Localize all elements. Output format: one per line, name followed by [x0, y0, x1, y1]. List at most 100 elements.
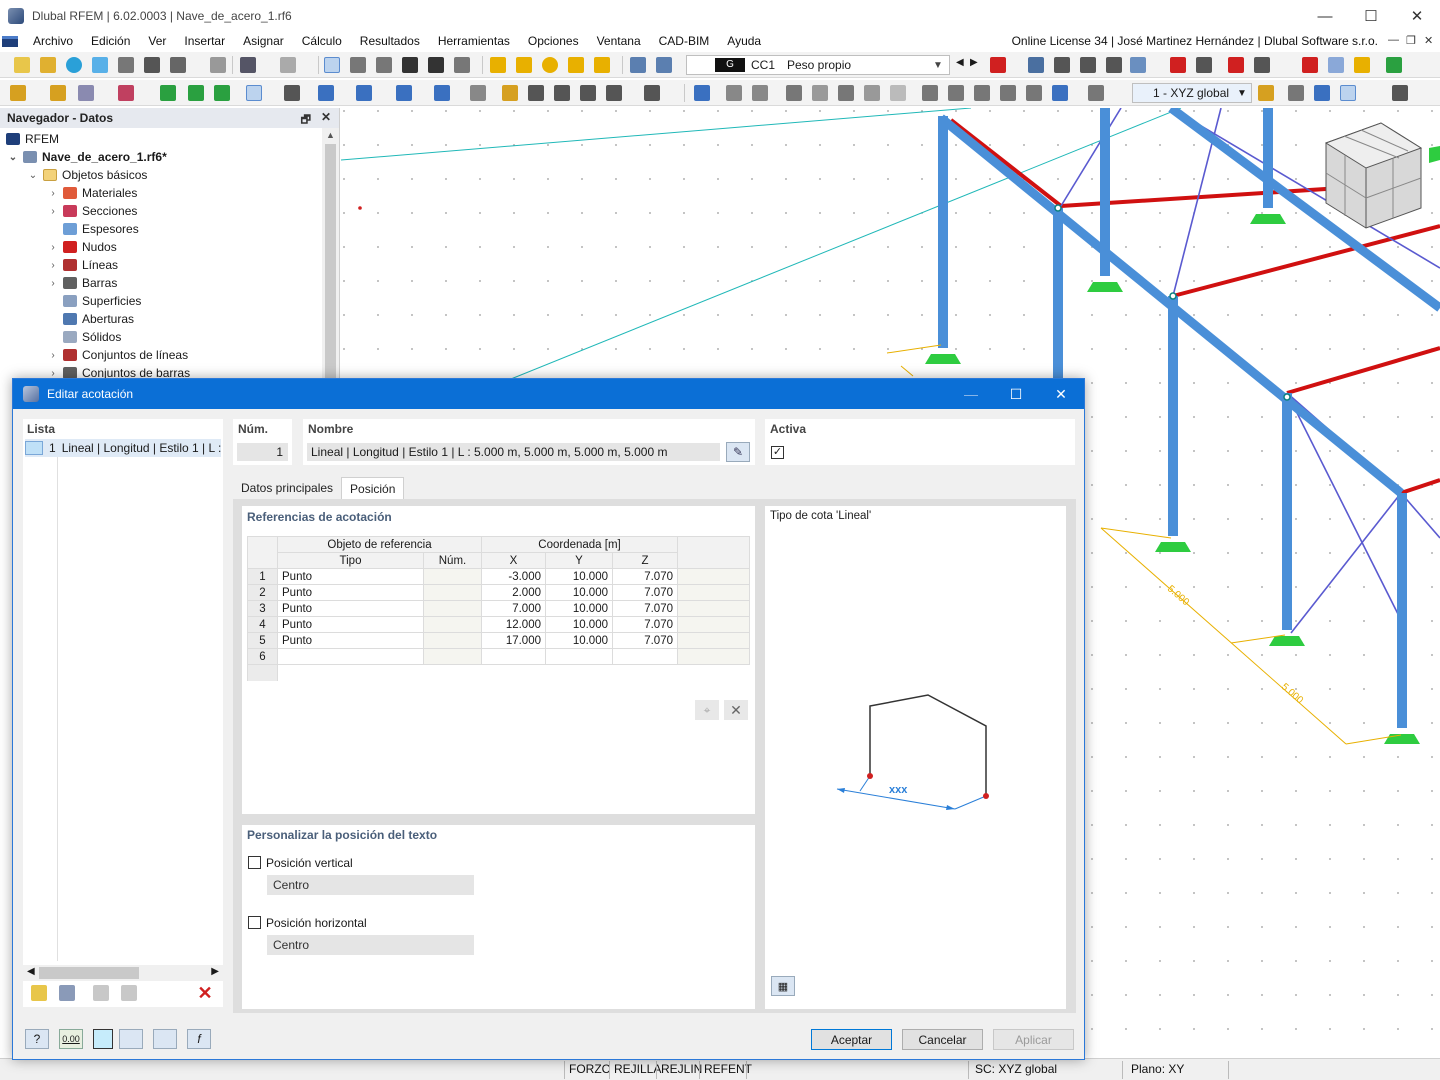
list-icon[interactable]	[376, 57, 392, 73]
filter-icon[interactable]	[694, 85, 710, 101]
cell-tipo[interactable]: Punto	[277, 600, 424, 617]
dialog-maximize-button[interactable]: ☐	[993, 379, 1039, 409]
move-icon[interactable]	[502, 85, 518, 101]
undo-icon[interactable]	[240, 57, 256, 73]
box-view-icon[interactable]	[1328, 57, 1344, 73]
cell-tipo[interactable]: Punto	[277, 584, 424, 601]
ok-button[interactable]: Aceptar	[811, 1029, 892, 1050]
measure-icon[interactable]	[1052, 85, 1068, 101]
check-icon[interactable]	[1088, 85, 1104, 101]
cell-x[interactable]: 12.000	[481, 616, 546, 633]
select-window-icon[interactable]	[356, 85, 372, 101]
view-save-icon[interactable]	[1258, 85, 1274, 101]
menu-cad-bim[interactable]: CAD-BIM	[650, 34, 719, 48]
cell-z[interactable]: 7.070	[612, 568, 678, 585]
table-row[interactable]: 6	[247, 648, 750, 665]
cell-num[interactable]	[423, 568, 482, 585]
menu-calculo[interactable]: Cálculo	[293, 34, 351, 48]
cell-x[interactable]: 7.000	[481, 600, 546, 617]
delete-results-icon[interactable]	[990, 57, 1006, 73]
horizontal-position-checkbox[interactable]	[248, 916, 261, 929]
plate-icon[interactable]	[812, 85, 828, 101]
iso-view-icon[interactable]	[1340, 85, 1356, 101]
cell-y[interactable]: 10.000	[545, 568, 613, 585]
line-draw-icon[interactable]	[50, 85, 66, 101]
uncheck-all-icon[interactable]	[121, 985, 137, 1001]
curve-icon[interactable]	[786, 85, 802, 101]
edit-name-icon[interactable]: ✎	[726, 442, 750, 462]
menu-opciones[interactable]: Opciones	[519, 34, 588, 48]
tree-item[interactable]: › Materiales	[46, 184, 137, 202]
support-line-icon[interactable]	[188, 85, 204, 101]
chevron-down-icon[interactable]: ▼	[1237, 88, 1251, 99]
clear-selection-icon[interactable]	[470, 85, 486, 101]
function-icon[interactable]	[1386, 57, 1402, 73]
cell-num[interactable]	[423, 632, 482, 649]
xxx-tool-icon[interactable]	[1054, 57, 1070, 73]
print-icon[interactable]	[170, 57, 186, 73]
tree-group[interactable]: ⌄ Objetos básicos	[26, 166, 148, 184]
minimize-button[interactable]: —	[1302, 0, 1348, 32]
vertical-position-checkbox[interactable]	[248, 856, 261, 869]
comment-icon[interactable]	[516, 57, 532, 73]
select-node-icon[interactable]	[396, 85, 412, 101]
load-tool-icon[interactable]	[1170, 57, 1186, 73]
list-item[interactable]: 1 Lineal | Longitud | Estilo 1 | L : 5	[25, 439, 221, 457]
table-row[interactable]: 4 Punto 12.000 10.000 7.070	[247, 616, 750, 633]
tree-item[interactable]: Espesores	[46, 220, 139, 238]
help-icon[interactable]: ?	[25, 1029, 49, 1049]
tree-item[interactable]: › Líneas	[46, 256, 118, 274]
dialog-close-button[interactable]: ✕	[1038, 379, 1084, 409]
menu-ayuda[interactable]: Ayuda	[718, 34, 770, 48]
support-surface-icon[interactable]	[214, 85, 230, 101]
cell-x[interactable]: 17.000	[481, 632, 546, 649]
view-selector[interactable]: 1 - XYZ global ▼	[1132, 83, 1252, 103]
chevron-right-icon[interactable]: ›	[46, 350, 60, 361]
chevron-down-icon[interactable]: ⌄	[26, 170, 40, 181]
document-icon[interactable]	[454, 57, 470, 73]
cell-y[interactable]: 10.000	[545, 616, 613, 633]
rotate-icon[interactable]	[554, 85, 570, 101]
cell-z[interactable]	[612, 648, 678, 665]
chevron-right-icon[interactable]: ›	[46, 278, 60, 289]
menu-ventana[interactable]: Ventana	[588, 34, 650, 48]
chevron-right-icon[interactable]: ›	[46, 188, 60, 199]
cell-num[interactable]	[423, 600, 482, 617]
node-tool-icon[interactable]	[1028, 57, 1044, 73]
menu-resultados[interactable]: Resultados	[351, 34, 429, 48]
table-view-icon[interactable]	[324, 57, 340, 73]
next-arrow-icon[interactable]: ▶	[970, 57, 980, 73]
formula-icon[interactable]: f	[187, 1029, 211, 1049]
cell-z[interactable]: 7.070	[612, 616, 678, 633]
tree-item[interactable]: Aberturas	[46, 310, 134, 328]
guide-icon[interactable]	[542, 57, 558, 73]
print-preview-icon[interactable]	[210, 57, 226, 73]
status-forzc[interactable]: FORZC	[569, 1062, 610, 1076]
maximize-button[interactable]: ☐	[1348, 0, 1394, 32]
status-rejilla[interactable]: REJILLA	[614, 1062, 661, 1076]
menu-herramientas[interactable]: Herramientas	[429, 34, 519, 48]
new-file-icon[interactable]	[14, 57, 30, 73]
status-rejlin[interactable]: REJLIN	[661, 1062, 702, 1076]
copy-icon[interactable]	[528, 85, 544, 101]
script-icon[interactable]	[428, 57, 444, 73]
save-icon[interactable]	[144, 57, 160, 73]
navigator-scrollbar[interactable]: ▲	[322, 128, 339, 384]
section-tool-icon[interactable]	[1130, 57, 1146, 73]
active-checkbox[interactable]: ✓	[771, 446, 784, 459]
units-icon[interactable]: 0.00	[59, 1029, 83, 1049]
tree-item[interactable]: › Conjuntos de líneas	[46, 346, 188, 364]
redo-icon[interactable]	[280, 57, 296, 73]
menu-edicion[interactable]: Edición	[82, 34, 139, 48]
table-row[interactable]: 3 Punto 7.000 10.000 7.070	[247, 600, 750, 617]
distribute-icon[interactable]	[948, 85, 964, 101]
view-icon[interactable]	[153, 1029, 177, 1049]
values-tool-icon[interactable]	[1196, 57, 1212, 73]
name-field[interactable]: Lineal | Longitud | Estilo 1 | L : 5.000…	[307, 443, 720, 461]
divide-icon[interactable]	[644, 85, 660, 101]
support-icon[interactable]	[160, 85, 176, 101]
chevron-right-icon[interactable]: ›	[46, 260, 60, 271]
table-row[interactable]: 2 Punto 2.000 10.000 7.070	[247, 584, 750, 601]
cut-tool-icon[interactable]	[1302, 57, 1318, 73]
status-refent[interactable]: REFENT	[704, 1062, 752, 1076]
